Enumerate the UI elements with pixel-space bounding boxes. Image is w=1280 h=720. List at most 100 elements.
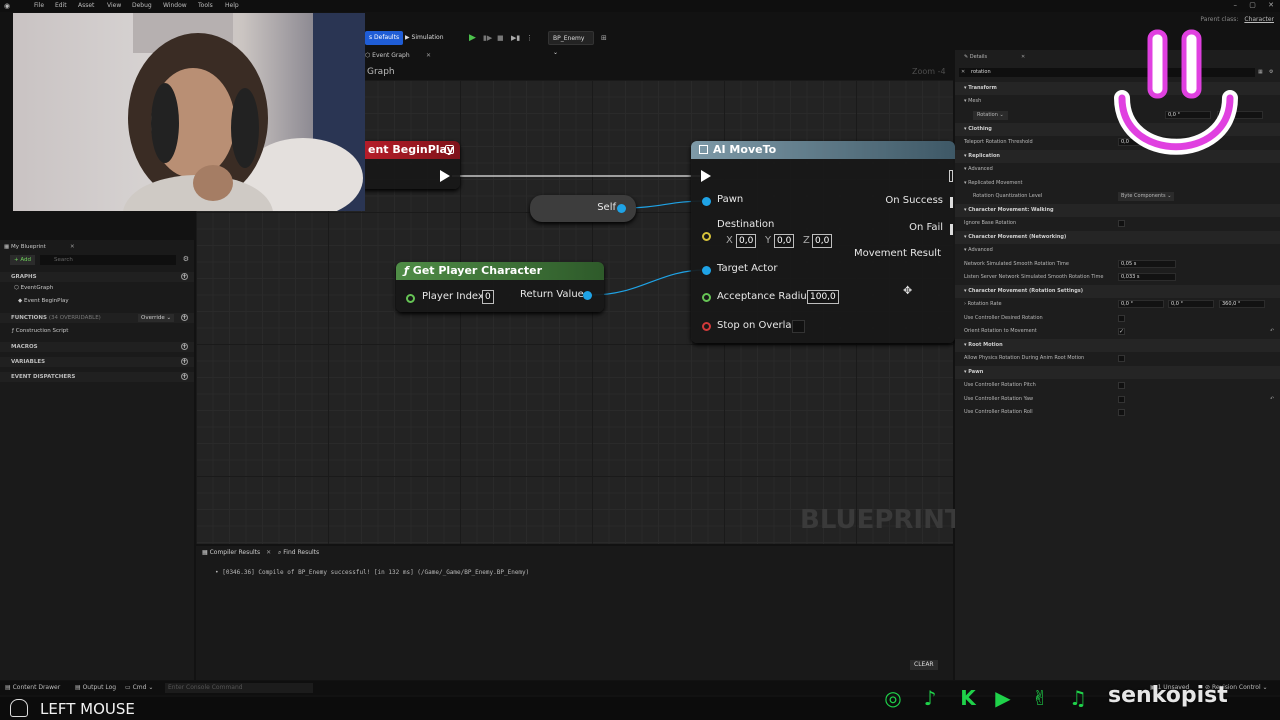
return-value-pin[interactable]	[583, 291, 592, 300]
self-label: Self	[597, 202, 616, 213]
functions-section[interactable]: FUNCTIONS (34 OVERRIDABLE) Override ⌄ +	[0, 313, 194, 323]
player-index-input[interactable]: 0	[482, 290, 494, 304]
exec-out-pin[interactable]	[440, 170, 450, 182]
section-pawn[interactable]: ▾ Pawn	[955, 366, 1280, 379]
details-close-icon[interactable]: ✕	[1021, 51, 1025, 64]
destination-z-input[interactable]: 0,0	[812, 234, 833, 248]
tab-compiler-results[interactable]: ▦ Compiler Results ✕	[202, 549, 271, 556]
allow-physics-checkbox[interactable]	[1118, 355, 1125, 362]
listen-smooth-input[interactable]: 0,033 s	[1118, 273, 1176, 281]
grid-view-icon[interactable]: ▦	[1258, 66, 1263, 79]
rotation-rate-z-input[interactable]: 360,0 °	[1219, 300, 1265, 308]
content-drawer-button[interactable]: ▤ Content Drawer	[5, 684, 60, 691]
content-drawer-label: Content Drawer	[12, 684, 61, 691]
graphs-section[interactable]: GRAPHS +	[0, 272, 194, 282]
event-begin-play-title: ent BeginPlay	[368, 143, 454, 156]
acceptance-radius-pin[interactable]	[702, 293, 711, 302]
override-select[interactable]: Override ⌄	[138, 314, 175, 322]
instagram-icon: ◎	[884, 686, 902, 710]
section-root-motion[interactable]: ▾ Root Motion	[955, 339, 1280, 352]
clear-search-icon[interactable]: ✕	[961, 66, 965, 79]
on-success-pin[interactable]	[950, 197, 953, 208]
advanced-row[interactable]: ▾ Advanced	[955, 163, 1280, 176]
my-blueprint-tab[interactable]: ▦ My Blueprint ✕	[0, 242, 194, 252]
add-variable-icon[interactable]: +	[181, 358, 188, 365]
rotation-select[interactable]: Rotation ⌄	[973, 111, 1008, 120]
destination-pin[interactable]	[702, 232, 711, 241]
event-begin-play-node[interactable]: ent BeginPlay	[360, 141, 460, 189]
rotation-rate-x-input[interactable]: 0,0 °	[1118, 300, 1164, 308]
cm-rotation-label: Character Movement (Rotation Settings)	[968, 288, 1084, 294]
use-controller-desired-row: Use Controller Desired Rotation	[955, 312, 1280, 325]
macros-section[interactable]: MACROS +	[0, 342, 194, 352]
ignore-base-checkbox[interactable]	[1118, 220, 1125, 227]
pawn-label: Pawn	[717, 194, 744, 205]
listen-smooth-label: Listen Server Network Simulated Smooth R…	[964, 274, 1104, 280]
target-actor-pin[interactable]	[702, 266, 711, 275]
exec-in-pin[interactable]	[701, 170, 711, 182]
rot-quant-value: Byte Components	[1121, 193, 1166, 199]
self-out-pin[interactable]	[617, 204, 626, 213]
event-dispatchers-section[interactable]: EVENT DISPATCHERS +	[0, 372, 194, 382]
z-label: Z	[803, 235, 810, 246]
stop-on-overlap-label: Stop on Overlap	[717, 320, 798, 331]
rotation-rate-y-input[interactable]: 0,0 °	[1168, 300, 1214, 308]
output-log-button[interactable]: ▤ Output Log	[75, 684, 116, 691]
ucr-pitch-checkbox[interactable]	[1118, 382, 1125, 389]
add-button[interactable]: + Add	[10, 255, 36, 265]
details-settings-icon[interactable]: ⚙	[1269, 66, 1273, 79]
ai-move-to-node[interactable]: AI MoveTo Pawn Destination X 0,0 Y 0,0 Z…	[691, 141, 955, 343]
add-dispatcher-icon[interactable]: +	[181, 373, 188, 380]
net-smooth-row: Network Simulated Smooth Rotation Time 0…	[955, 258, 1280, 271]
output-log-label: Output Log	[82, 684, 117, 691]
settings-gear-icon[interactable]: ⚙	[183, 255, 189, 263]
rot-quant-select[interactable]: Byte Components ⌄	[1118, 192, 1175, 201]
on-fail-pin[interactable]	[950, 224, 953, 235]
reset-arrow-icon[interactable]: ↶	[1270, 325, 1274, 338]
clear-button[interactable]: CLEAR	[910, 660, 938, 670]
terminal-icon: ▭	[125, 684, 133, 691]
search-input[interactable]: Search	[40, 255, 176, 265]
stop-on-overlap-pin[interactable]	[702, 322, 711, 331]
section-cm-networking[interactable]: ▾ Character Movement (Networking)	[955, 231, 1280, 244]
stop-on-overlap-checkbox[interactable]	[792, 320, 805, 333]
cmd-select[interactable]: ▭ Cmd ⌄	[125, 684, 153, 691]
console-command-input[interactable]: Enter Console Command	[165, 683, 313, 693]
variables-section[interactable]: VARIABLES +	[0, 357, 194, 367]
clothing-label: Clothing	[968, 126, 992, 132]
sidebar-item-event-graph[interactable]: ⬡ EventGraph	[0, 285, 194, 291]
get-player-character-node[interactable]: ƒ Get Player Character Player Index 0 Ret…	[396, 262, 604, 312]
pawn-pin[interactable]	[702, 197, 711, 206]
ai-move-to-header: AI MoveTo	[691, 141, 955, 159]
add-function-icon[interactable]: +	[181, 314, 188, 321]
add-macro-icon[interactable]: +	[181, 343, 188, 350]
y-label: Y	[765, 235, 772, 246]
self-node[interactable]: Self	[530, 195, 636, 222]
destination-y-input[interactable]: 0,0	[774, 234, 795, 248]
tab-find-results[interactable]: ⌕ Find Results	[278, 549, 319, 557]
section-cm-walking[interactable]: ▾ Character Movement: Walking	[955, 204, 1280, 217]
find-tab-label: Find Results	[283, 549, 320, 556]
use-controller-desired-checkbox[interactable]	[1118, 315, 1125, 322]
ucr-yaw-checkbox[interactable]	[1118, 396, 1125, 403]
destination-x-input[interactable]: 0,0	[736, 234, 757, 248]
add-graph-icon[interactable]: +	[181, 273, 188, 280]
player-index-pin[interactable]	[406, 294, 415, 303]
compiler-icon: ▦	[202, 549, 210, 556]
compiler-tab-close-icon[interactable]: ✕	[266, 549, 271, 556]
target-actor-label: Target Actor	[717, 263, 778, 274]
replicated-movement-row[interactable]: ▾ Replicated Movement	[955, 177, 1280, 190]
orient-rotation-checkbox[interactable]: ✓	[1118, 328, 1125, 335]
sidebar-item-event-begin-play[interactable]: ◆ Event BeginPlay	[0, 298, 194, 304]
section-cm-rotation[interactable]: ▾ Character Movement (Rotation Settings)	[955, 285, 1280, 298]
advanced2-row[interactable]: ▾ Advanced	[955, 244, 1280, 257]
exec-out-pin[interactable]	[949, 170, 953, 182]
reset-arrow-icon[interactable]: ↶	[1270, 393, 1274, 406]
panel-close-icon[interactable]: ✕	[70, 242, 75, 252]
event-begin-play-header: ent BeginPlay	[360, 141, 460, 159]
functions-section-label: FUNCTIONS	[11, 315, 47, 321]
sidebar-item-construction-script[interactable]: ƒ Construction Script	[0, 328, 194, 334]
acceptance-radius-input[interactable]: 100,0	[807, 290, 839, 304]
ucr-roll-checkbox[interactable]	[1118, 409, 1125, 416]
net-smooth-input[interactable]: 0,05 s	[1118, 260, 1176, 268]
